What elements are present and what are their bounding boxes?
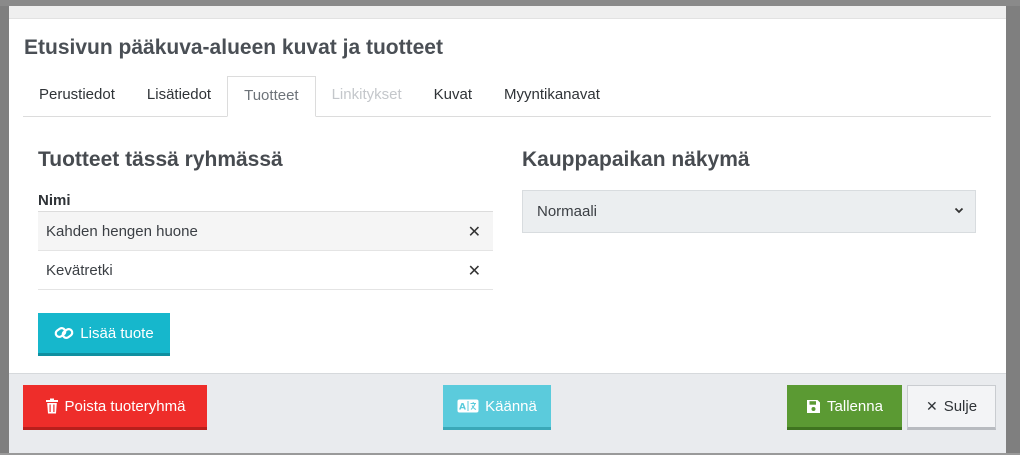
- delete-product-group-button[interactable]: Poista tuoteryhmä: [23, 385, 207, 430]
- close-button[interactable]: ✕ Sulje: [907, 385, 996, 430]
- tab-bar: Perustiedot Lisätiedot Tuotteet Linkityk…: [23, 76, 991, 117]
- trash-icon: [45, 398, 59, 414]
- save-button[interactable]: Tallenna: [787, 385, 902, 430]
- delete-label: Poista tuoteryhmä: [64, 397, 186, 415]
- link-icon: [54, 325, 74, 341]
- tab-myyntikanavat[interactable]: Myyntikanavat: [488, 76, 616, 116]
- marketplace-view-select[interactable]: Normaali: [522, 190, 976, 233]
- product-name: Kevätretki: [46, 261, 113, 279]
- name-column-header: Nimi: [38, 192, 71, 209]
- save-label: Tallenna: [827, 397, 883, 415]
- close-label: Sulje: [943, 398, 978, 415]
- tab-perustiedot[interactable]: Perustiedot: [23, 76, 131, 116]
- close-icon[interactable]: ✕: [468, 222, 481, 242]
- close-icon: ✕: [925, 398, 938, 414]
- selected-view-value: Normaali: [537, 203, 598, 220]
- tab-linkitykset: Linkitykset: [331, 86, 402, 103]
- dialog-title: Etusivun pääkuva-alueen kuvat ja tuottee…: [24, 36, 443, 59]
- svg-text:A: A: [459, 403, 466, 413]
- translate-button[interactable]: A Käännä: [443, 385, 551, 430]
- floppy-disk-icon: [806, 399, 821, 414]
- product-name: Kahden hengen huone: [46, 222, 198, 240]
- tab-lisatiedot[interactable]: Lisätiedot: [131, 76, 227, 116]
- table-row: Kevätretki ✕: [38, 251, 493, 290]
- products-section-title: Tuotteet tässä ryhmässä: [38, 148, 283, 171]
- tab-tuotteet[interactable]: Tuotteet: [227, 76, 316, 117]
- products-table: Kahden hengen huone ✕ Kevätretki ✕: [38, 211, 493, 290]
- tab-kuvat[interactable]: Kuvat: [418, 76, 488, 116]
- add-product-label: Lisää tuote: [80, 324, 154, 342]
- translate-icon: A: [457, 399, 479, 413]
- translate-label: Käännä: [485, 397, 537, 415]
- close-icon[interactable]: ✕: [468, 261, 481, 281]
- dialog-top-bar: [9, 6, 1006, 19]
- dialog-footer: Poista tuoteryhmä A Käännä Tallenna ✕ Su…: [9, 373, 1006, 455]
- product-group-dialog: Etusivun pääkuva-alueen kuvat ja tuottee…: [9, 6, 1006, 455]
- table-row: Kahden hengen huone ✕: [38, 212, 493, 251]
- add-product-button[interactable]: Lisää tuote: [38, 313, 170, 356]
- marketplace-section-title: Kauppapaikan näkymä: [522, 148, 750, 171]
- chevron-down-icon: [953, 203, 965, 215]
